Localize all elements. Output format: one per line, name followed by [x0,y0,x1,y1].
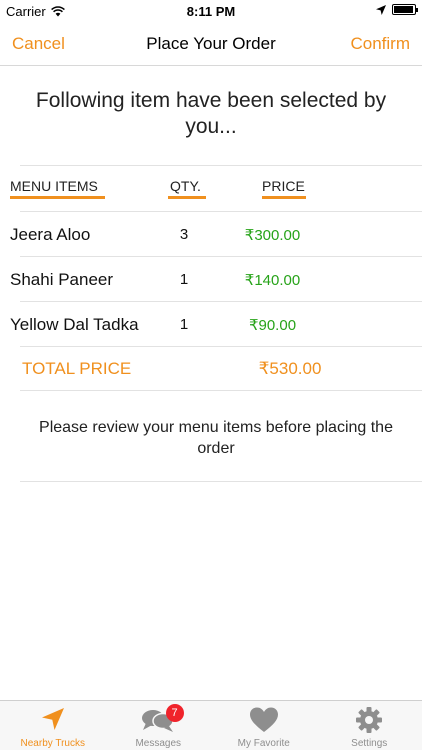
gear-icon [317,706,422,734]
tab-messages[interactable]: 7 Messages [106,701,212,750]
chat-bubbles-icon [106,706,212,734]
divider [20,481,422,482]
column-header-menu-items: MENU ITEMS [10,178,98,194]
tab-settings[interactable]: Settings [317,701,422,750]
location-arrow-icon [0,706,106,734]
divider [20,346,422,347]
tab-my-favorite[interactable]: My Favorite [211,701,317,750]
column-underline-price [262,196,306,199]
column-header-price: PRICE [262,178,305,194]
tab-label: Settings [351,738,388,749]
selection-headline: Following item have been selected by you… [35,89,387,138]
confirm-button[interactable]: Confirm [350,34,410,54]
total-price-value: ₹530.00 [258,359,322,378]
item-price: ₹300.00 [244,227,301,244]
item-qty: 3 [179,226,189,243]
divider [20,165,422,166]
location-services-icon [376,4,386,15]
status-right [376,4,418,15]
item-qty: 1 [179,316,189,333]
divider [20,390,422,391]
item-price: ₹140.00 [244,272,301,289]
item-qty: 1 [179,271,189,288]
status-time: 8:11 PM [186,4,236,19]
column-underline-menu-items [10,196,105,199]
status-bar: Carrier 8:11 PM [0,0,422,22]
tab-label: Nearby Trucks [20,738,85,749]
battery-icon [392,4,418,15]
item-price: ₹90.00 [248,317,297,334]
order-item-row: Shahi Paneer 1 ₹140.00 [0,257,422,301]
column-header-qty: QTY. [170,178,201,194]
tab-label: Messages [135,738,182,749]
total-price-label: TOTAL PRICE [22,359,132,378]
order-item-row: Jeera Aloo 3 ₹300.00 [0,212,422,256]
review-note: Please review your menu items before pla… [39,419,393,457]
heart-icon [211,706,317,734]
item-name: Yellow Dal Tadka [10,315,139,334]
column-underline-qty [168,196,206,199]
messages-badge: 7 [165,704,184,722]
tab-bar: Nearby Trucks 7 Messages My Favorite Set… [0,700,422,750]
item-name: Jeera Aloo [10,225,91,244]
order-item-row: Yellow Dal Tadka 1 ₹90.00 [0,302,422,346]
tab-label: My Favorite [237,738,290,749]
tab-nearby-trucks[interactable]: Nearby Trucks [0,701,106,750]
item-name: Shahi Paneer [10,270,114,289]
navigation-bar: Cancel Place Your Order Confirm [0,22,422,66]
